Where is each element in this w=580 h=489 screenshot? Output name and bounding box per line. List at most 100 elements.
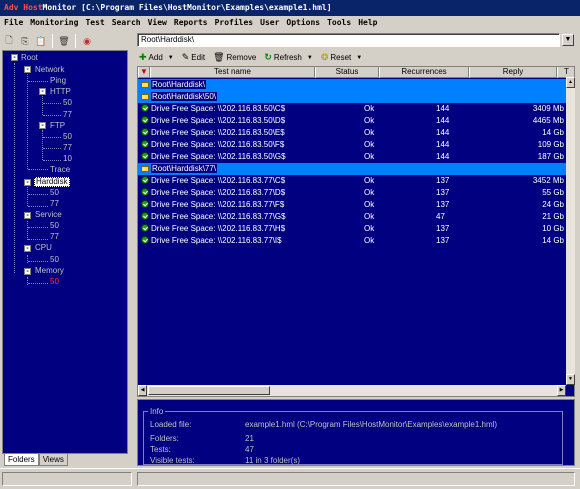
vertical-scrollbar[interactable]: ▲ ▼ bbox=[566, 77, 575, 385]
collapse-toggle[interactable]: - bbox=[24, 245, 31, 252]
tree-node-root[interactable]: Root bbox=[21, 53, 38, 63]
refresh-button[interactable]: ↻ Refresh ▼ bbox=[262, 52, 315, 63]
scroll-right-icon[interactable]: ▶ bbox=[557, 385, 566, 396]
status-sort-icon[interactable]: ▼ bbox=[138, 67, 150, 78]
chevron-down-icon[interactable]: ▼ bbox=[307, 55, 313, 61]
tab-folders[interactable]: Folders bbox=[4, 454, 39, 466]
status-ok-icon bbox=[141, 128, 149, 136]
collapse-toggle[interactable]: - bbox=[24, 268, 31, 275]
scroll-up-icon[interactable]: ▲ bbox=[566, 77, 575, 88]
tree-node-trace[interactable]: Trace bbox=[50, 165, 70, 175]
tree-node-ftp[interactable]: FTP bbox=[50, 121, 65, 131]
column-reply[interactable]: Reply bbox=[469, 67, 557, 78]
paste-icon[interactable]: 📋 bbox=[34, 34, 48, 48]
table-row[interactable]: Drive Free Space: \\202.116.83.77\C$ Ok 13… bbox=[138, 175, 574, 187]
table-row[interactable]: Drive Free Space: \\202.116.83.50\C$ Ok 14… bbox=[138, 103, 574, 115]
chevron-down-icon[interactable]: ▼ bbox=[356, 55, 362, 61]
edit-button[interactable]: ✎ Edit bbox=[180, 52, 207, 63]
folder-row[interactable]: Root\Harddisk\ bbox=[138, 79, 574, 91]
tree-node-network[interactable]: Network bbox=[35, 65, 64, 75]
reset-button[interactable]: ❂ Reset ▼ bbox=[319, 52, 364, 63]
folder-row[interactable]: Root\Harddisk\50\ bbox=[138, 91, 574, 103]
horizontal-scrollbar[interactable]: ◀ ▶ bbox=[138, 385, 566, 396]
column-test-name[interactable]: Test name bbox=[150, 67, 315, 78]
folder-path-field[interactable]: Root\Harddisk\ bbox=[137, 33, 560, 47]
tree-node-http-50[interactable]: 50 bbox=[63, 98, 72, 108]
scroll-left-icon[interactable]: ◀ bbox=[138, 385, 147, 396]
table-row[interactable]: Drive Free Space: \\202.116.83.77\I$ Ok 13… bbox=[138, 235, 574, 247]
collapse-toggle[interactable]: - bbox=[39, 122, 46, 129]
collapse-toggle[interactable]: - bbox=[24, 179, 31, 186]
table-row[interactable]: Drive Free Space: \\202.116.83.77\G$ Ok 47… bbox=[138, 211, 574, 223]
tree-node-memory-50[interactable]: 50 bbox=[50, 277, 59, 287]
new-file-icon[interactable]: 🗋 bbox=[2, 34, 16, 48]
tree-node-cpu[interactable]: CPU bbox=[35, 243, 52, 253]
tab-views[interactable]: Views bbox=[38, 454, 68, 466]
tree-node-harddisk-50[interactable]: 50 bbox=[50, 188, 59, 198]
tree-node-ftp-10[interactable]: 10 bbox=[63, 154, 72, 164]
tree-line bbox=[14, 63, 15, 273]
column-recurrences[interactable]: Recurrences bbox=[379, 67, 469, 78]
add-button[interactable]: ✚ Add ▼ bbox=[137, 52, 176, 63]
tree-node-memory[interactable]: Memory bbox=[35, 266, 64, 276]
tree-node-cpu-50[interactable]: 50 bbox=[50, 255, 59, 265]
test-status: Ok bbox=[364, 116, 375, 125]
tree-node-ftp-77[interactable]: 77 bbox=[63, 143, 72, 153]
tree-node-ping[interactable]: Ping bbox=[50, 76, 66, 86]
table-row[interactable]: Drive Free Space: \\202.116.83.50\F$ Ok 14… bbox=[138, 139, 574, 151]
test-status: Ok bbox=[364, 188, 375, 197]
tree-node-ftp-50[interactable]: 50 bbox=[63, 132, 72, 142]
app-logo: Adv Host bbox=[4, 3, 43, 12]
table-row[interactable]: Drive Free Space: \\202.116.83.50\G$ Ok 14… bbox=[138, 151, 574, 163]
menu-tools[interactable]: Tools bbox=[327, 16, 351, 30]
tree-node-harddisk-77[interactable]: 77 bbox=[50, 199, 59, 209]
tree-node-service-50[interactable]: 50 bbox=[50, 221, 59, 231]
menu-reports[interactable]: Reports bbox=[174, 16, 208, 30]
tree-node-http-77[interactable]: 77 bbox=[63, 110, 72, 120]
test-reply: 24 Gb bbox=[542, 200, 564, 209]
folder-row[interactable]: Root\Harddisk\77\ bbox=[138, 163, 574, 175]
collapse-toggle[interactable]: - bbox=[24, 66, 31, 73]
menu-search[interactable]: Search bbox=[112, 16, 141, 30]
menu-view[interactable]: View bbox=[148, 16, 167, 30]
trash-icon: 🗑 bbox=[213, 52, 225, 62]
column-status[interactable]: Status bbox=[315, 67, 379, 78]
tree-node-service-77[interactable]: 77 bbox=[50, 232, 59, 242]
menu-test[interactable]: Test bbox=[85, 16, 104, 30]
table-row[interactable]: Drive Free Space: \\202.116.83.77\H$ Ok 13… bbox=[138, 223, 574, 235]
menu-profiles[interactable]: Profiles bbox=[215, 16, 254, 30]
menu-user[interactable]: User bbox=[260, 16, 279, 30]
test-status: Ok bbox=[364, 104, 375, 113]
tree-node-service[interactable]: Service bbox=[35, 210, 62, 220]
test-recurrences: 137 bbox=[436, 200, 450, 209]
collapse-toggle[interactable]: - bbox=[11, 54, 18, 61]
path-dropdown-button[interactable]: ▼ bbox=[562, 34, 574, 46]
menu-help[interactable]: Help bbox=[358, 16, 377, 30]
color-palette-icon[interactable]: ◉ bbox=[80, 34, 94, 48]
test-reply: 187 Gb bbox=[537, 152, 564, 161]
menu-file[interactable]: File bbox=[4, 16, 23, 30]
copy-icon[interactable]: ⎘ bbox=[18, 34, 32, 48]
table-row[interactable]: Drive Free Space: \\202.116.83.50\D$ Ok 14… bbox=[138, 115, 574, 127]
tree-line bbox=[27, 187, 28, 206]
table-row[interactable]: Drive Free Space: \\202.116.83.50\E$ Ok 14… bbox=[138, 127, 574, 139]
trash-icon[interactable]: 🗑 bbox=[57, 34, 71, 48]
collapse-toggle[interactable]: - bbox=[24, 212, 31, 219]
add-label: Add bbox=[148, 53, 163, 62]
menu-options[interactable]: Options bbox=[286, 16, 320, 30]
remove-button[interactable]: 🗑 Remove bbox=[211, 52, 258, 63]
table-row[interactable]: Drive Free Space: \\202.116.83.77\D$ Ok 13… bbox=[138, 187, 574, 199]
collapse-toggle[interactable]: - bbox=[39, 88, 46, 95]
scroll-down-icon[interactable]: ▼ bbox=[566, 374, 575, 385]
tree-node-harddisk[interactable]: Harddisk bbox=[34, 177, 70, 187]
chevron-down-icon[interactable]: ▼ bbox=[168, 55, 174, 61]
table-row[interactable]: Drive Free Space: \\202.116.83.77\F$ Ok 13… bbox=[138, 199, 574, 211]
tree-node-http[interactable]: HTTP bbox=[50, 87, 71, 97]
menu-monitoring[interactable]: Monitoring bbox=[30, 16, 78, 30]
folders-value: 21 bbox=[245, 434, 254, 443]
status-ok-icon bbox=[141, 224, 149, 232]
test-status: Ok bbox=[364, 224, 375, 233]
scroll-thumb[interactable] bbox=[148, 386, 270, 395]
window-title: Monitor [C:\Program Files\HostMonitor\Ex… bbox=[42, 3, 332, 12]
folder-toolbar: 🗋 ⎘ 📋 🗑 ◉ bbox=[2, 32, 130, 50]
